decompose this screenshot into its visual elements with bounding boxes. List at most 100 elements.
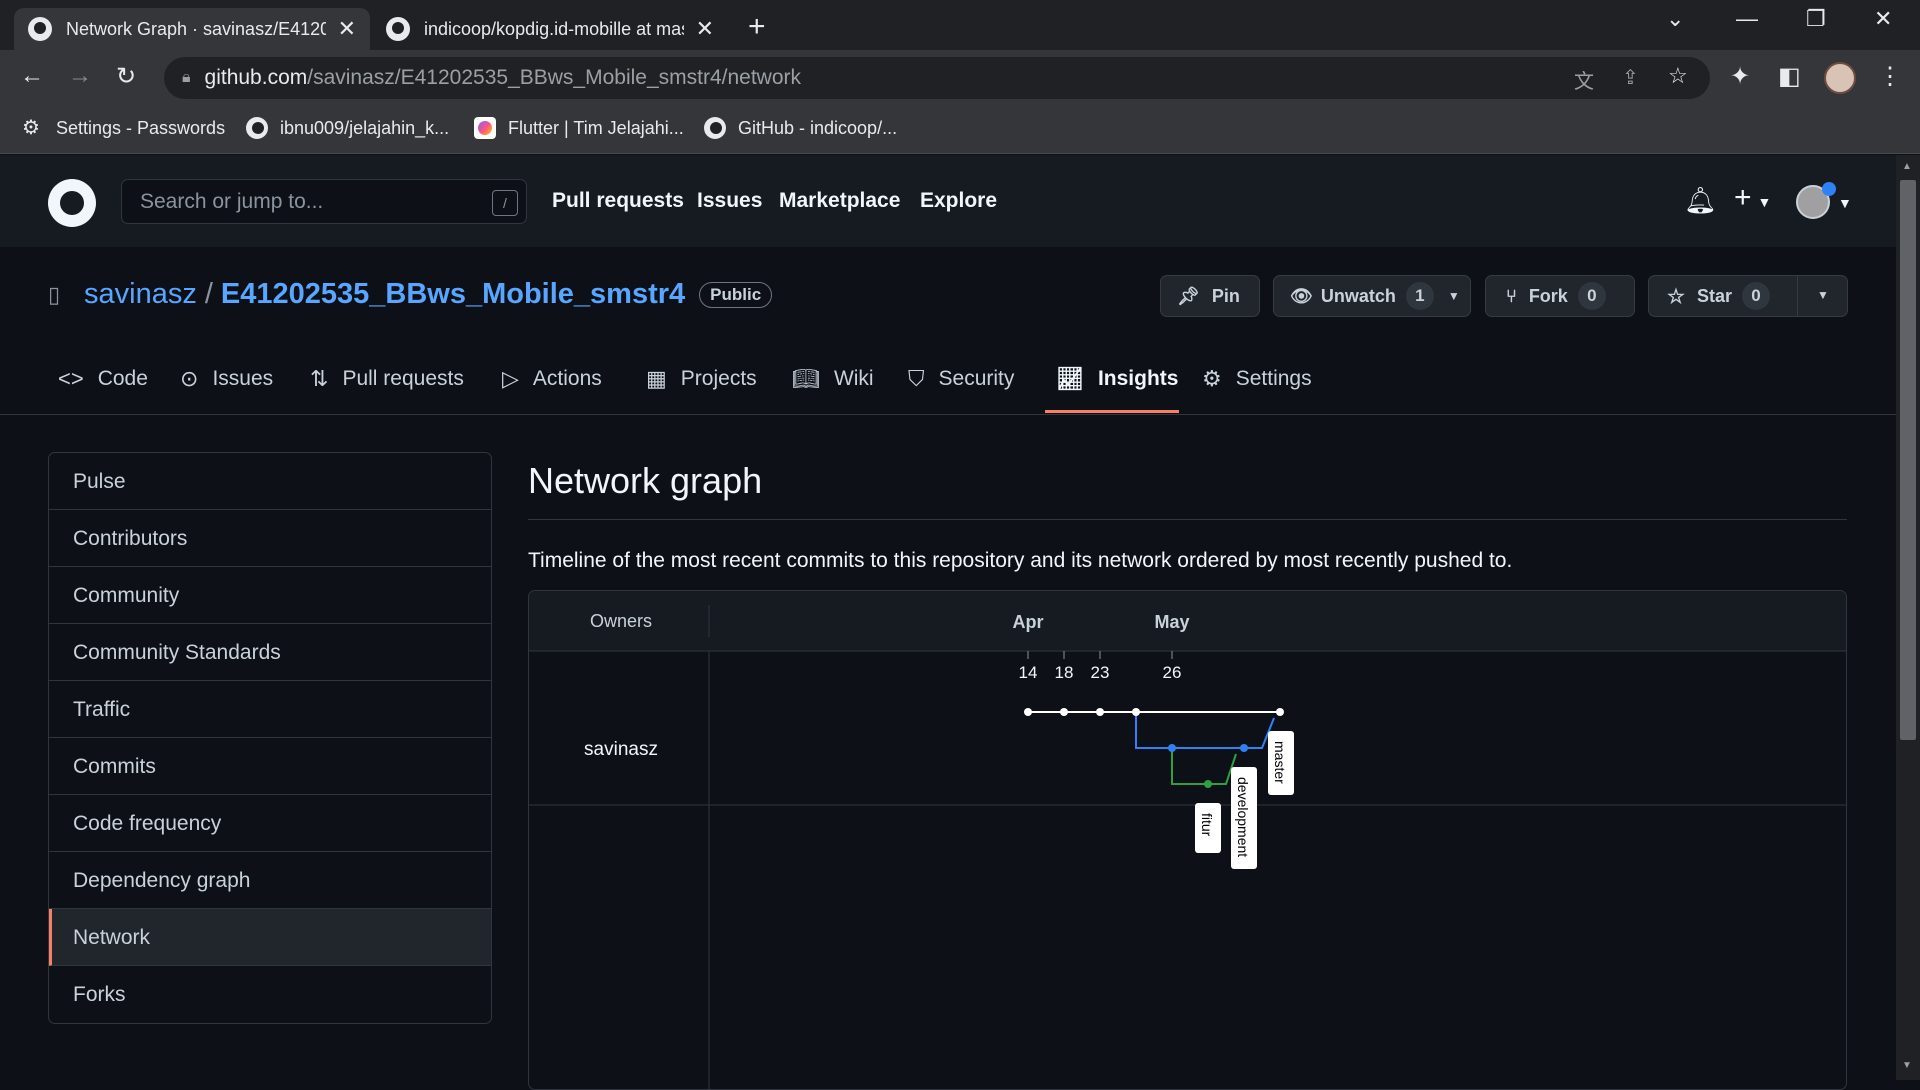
sidebar-item-dependency-graph[interactable]: Dependency graph [49, 852, 491, 909]
menu-icon[interactable]: ⋮ [1878, 62, 1902, 91]
restore-icon[interactable]: ❐ [1806, 6, 1826, 32]
tab-search-icon[interactable]: ⌄ [1666, 6, 1684, 32]
scrollbar-thumb[interactable] [1900, 180, 1916, 740]
page-scrollbar[interactable]: ▲ ▼ [1896, 155, 1920, 1080]
tab-security[interactable]: ⛉ Security [908, 366, 1014, 392]
tab-label: Pull requests [342, 367, 464, 390]
bookmark-github-indicoop[interactable]: GitHub - indicoop/... [704, 117, 897, 139]
github-icon [246, 117, 268, 139]
branch-label-text: master [1272, 741, 1288, 784]
page-title: Network graph [528, 460, 763, 501]
share-icon[interactable]: ⇪ [1622, 65, 1639, 90]
tab-label: Security [938, 367, 1015, 390]
clickup-icon [474, 117, 496, 139]
issue-icon: ⊙ [180, 366, 199, 391]
tab-wiki[interactable]: 📖︎ Wiki [792, 366, 874, 392]
repo-name-link[interactable]: E41202535_BBws_Mobile_smstr4 [221, 278, 685, 311]
close-tab-icon[interactable]: ✕ [338, 16, 356, 42]
tab-label: Actions [532, 367, 602, 390]
commit-dot[interactable] [1204, 780, 1212, 788]
reload-icon[interactable]: ↻ [116, 62, 136, 91]
nav-marketplace[interactable]: Marketplace [779, 189, 900, 213]
browser-tab-active[interactable]: Network Graph · savinasz/E41202535_BBws_… [14, 8, 370, 50]
sidebar-item-forks[interactable]: Forks [49, 966, 491, 1023]
scroll-up-icon[interactable]: ▲ [1902, 161, 1912, 172]
bookmark-flutter[interactable]: Flutter | Tim Jelajahi... [474, 117, 684, 139]
notifications-bell-icon[interactable]: 🔔︎ [1684, 185, 1717, 216]
tab-settings[interactable]: ⚙ Settings [1202, 366, 1312, 392]
unwatch-button[interactable]: 👁︎ Unwatch 1 ▼ [1273, 275, 1471, 317]
sidebar-item-community-standards[interactable]: Community Standards [49, 624, 491, 681]
tab-issues[interactable]: ⊙ Issues [180, 366, 273, 392]
commit-dot[interactable] [1240, 744, 1248, 752]
pin-button[interactable]: 📌︎ Pin [1160, 275, 1260, 317]
browser-tab[interactable]: indicoop/kopdig.id-mobille at master ✕ [372, 8, 728, 50]
url-path: /savinasz/E41202535_BBws_Mobile_smstr4/n… [307, 66, 802, 89]
day-label: 23 [1091, 663, 1110, 682]
scroll-down-icon[interactable]: ▼ [1902, 1060, 1912, 1071]
minimize-icon[interactable]: — [1736, 6, 1758, 32]
side-panel-icon[interactable]: ◧ [1778, 62, 1801, 91]
extensions-icon[interactable]: ✦ [1730, 62, 1750, 91]
browser-tab-strip: Network Graph · savinasz/E41202535_BBws_… [0, 0, 1920, 50]
commit-dot[interactable] [1132, 708, 1140, 716]
repo-owner-link[interactable]: savinasz [84, 278, 197, 311]
star-list-chevron-icon[interactable]: ▼ [1817, 288, 1829, 302]
network-graph[interactable]: Owners Apr May 14 18 23 26 savinasz mast… [528, 590, 1847, 1090]
new-tab-icon[interactable]: + [748, 10, 766, 44]
star-button[interactable]: ☆ Star 0 ▼ [1648, 275, 1848, 317]
sidebar-item-network[interactable]: Network [49, 909, 491, 966]
close-window-icon[interactable]: ✕ [1874, 6, 1892, 32]
commit-dot[interactable] [1276, 708, 1284, 716]
nav-pull-requests[interactable]: Pull requests [552, 189, 684, 213]
play-icon: ▷ [502, 366, 519, 391]
bookmark-star-icon[interactable]: ☆ [1668, 63, 1688, 89]
search-shortcut-key: / [492, 190, 518, 216]
branch-label-development[interactable]: development [1231, 767, 1257, 869]
commit-dot[interactable] [1060, 708, 1068, 716]
tab-projects[interactable]: ▦ Projects [646, 366, 757, 392]
close-tab-icon[interactable]: ✕ [696, 16, 714, 42]
sidebar-item-community[interactable]: Community [49, 567, 491, 624]
fork-label: Fork [1528, 285, 1568, 306]
owners-header: Owners [590, 611, 652, 631]
forward-icon[interactable]: → [68, 62, 92, 90]
search-placeholder: Search or jump to... [140, 189, 324, 213]
sidebar-item-pulse[interactable]: Pulse [49, 453, 491, 510]
commit-dot[interactable] [1096, 708, 1104, 716]
sidebar-item-code-frequency[interactable]: Code frequency [49, 795, 491, 852]
profile-avatar[interactable] [1824, 62, 1856, 94]
branch-label-fitur[interactable]: fitur [1195, 803, 1221, 853]
repo-separator: / [204, 278, 213, 310]
fork-count: 0 [1577, 282, 1606, 310]
tab-label: Settings [1235, 367, 1312, 390]
chevron-down-icon[interactable]: ▼ [1838, 195, 1852, 211]
shield-icon: ⛉ [908, 366, 925, 391]
create-new-icon[interactable]: + ▼ [1734, 181, 1771, 215]
search-input[interactable]: Search or jump to... / [121, 179, 527, 224]
commit-dot[interactable] [1024, 708, 1032, 716]
translate-icon[interactable]: ⽂ [1574, 65, 1594, 94]
owner-label[interactable]: savinasz [584, 739, 658, 760]
branch-label-master[interactable]: master [1268, 731, 1294, 795]
url-host: github.com [204, 66, 308, 89]
star-count: 0 [1741, 282, 1770, 310]
bookmark-settings[interactable]: ⚙ Settings - Passwords [22, 117, 225, 139]
back-icon[interactable]: ← [20, 62, 44, 90]
sidebar-item-traffic[interactable]: Traffic [49, 681, 491, 738]
tab-actions[interactable]: ▷ Actions [502, 366, 602, 392]
tab-insights[interactable]: 📈︎ Insights [1056, 366, 1178, 392]
nav-issues[interactable]: Issues [697, 189, 762, 213]
sidebar-item-contributors[interactable]: Contributors [49, 510, 491, 567]
address-bar[interactable]: 🔒︎ github.com /savinasz/E41202535_BBws_M… [164, 57, 1710, 99]
tab-code[interactable]: <> Code [58, 366, 148, 392]
commit-dot[interactable] [1168, 744, 1176, 752]
eye-icon: 👁︎ [1290, 285, 1313, 306]
bookmark-ibnu[interactable]: ibnu009/jelajahin_k... [246, 117, 449, 139]
github-logo-icon[interactable] [48, 179, 96, 227]
tab-pull-requests[interactable]: ⇅ Pull requests [310, 366, 464, 392]
fork-button[interactable]: ⑂ Fork 0 [1485, 275, 1635, 317]
nav-explore[interactable]: Explore [920, 189, 997, 213]
network-graph-canvas[interactable]: Owners Apr May 14 18 23 26 savinasz mast… [529, 591, 1847, 1090]
sidebar-item-commits[interactable]: Commits [49, 738, 491, 795]
